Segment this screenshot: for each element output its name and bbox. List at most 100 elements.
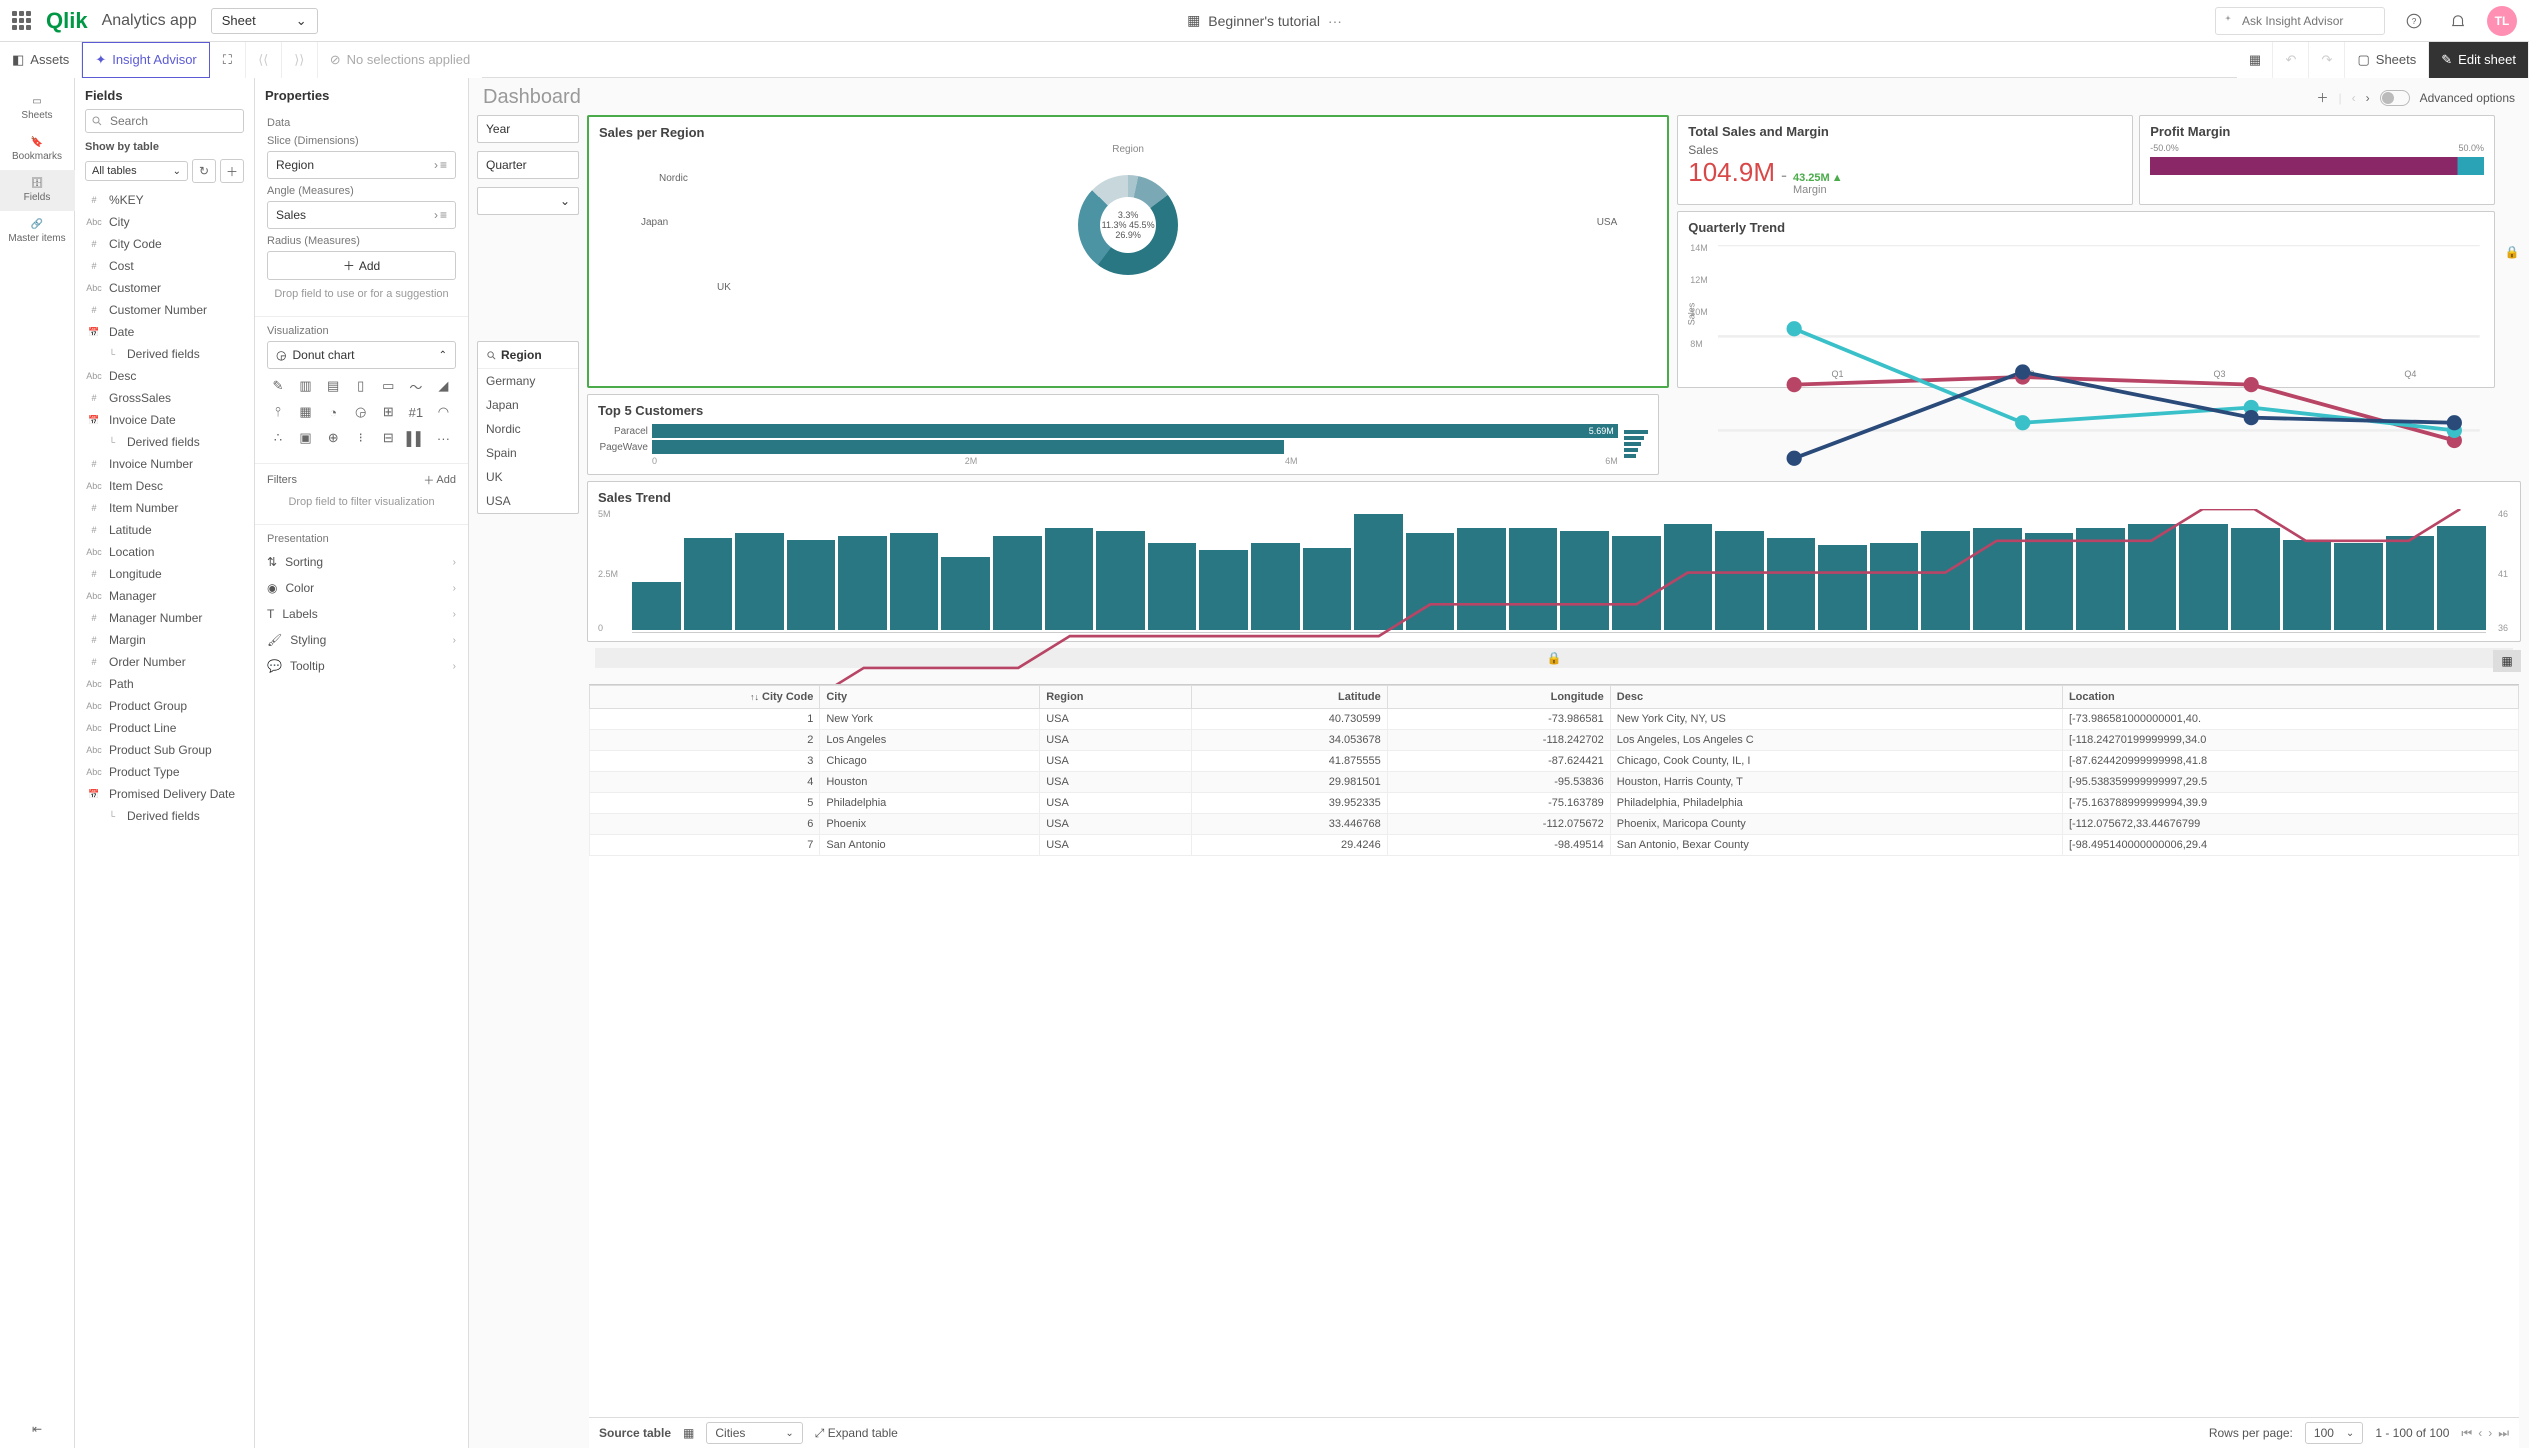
field-item[interactable]: #Longitude: [75, 563, 254, 585]
viz-treemap-icon[interactable]: ▣: [295, 427, 317, 449]
table-row[interactable]: 4HoustonUSA29.981501-95.53836Houston, Ha…: [590, 772, 2519, 793]
pres-color[interactable]: ◉Color›: [267, 575, 456, 601]
step-back-icon[interactable]: ⟨⟨: [246, 42, 282, 78]
angle-dropdown[interactable]: Sales ›≡: [267, 201, 456, 229]
region-option[interactable]: USA: [478, 489, 578, 513]
field-item[interactable]: AbcItem Desc: [75, 475, 254, 497]
total-sales-kpi[interactable]: Total Sales and Margin Sales 104.9M - 43…: [1677, 115, 2133, 205]
refresh-icon[interactable]: ↻: [192, 159, 216, 183]
field-item[interactable]: #Latitude: [75, 519, 254, 541]
field-item[interactable]: └Derived fields: [75, 805, 254, 827]
field-item[interactable]: 📅Promised Delivery Date: [75, 783, 254, 805]
region-filter-title[interactable]: Region: [478, 342, 578, 369]
profit-margin-chart[interactable]: Profit Margin -50.0%50.0%: [2139, 115, 2495, 205]
rail-master-items[interactable]: 🔗 Master items: [0, 211, 75, 252]
prev-page-icon[interactable]: ‹: [2478, 1426, 2482, 1440]
table-row[interactable]: 6PhoenixUSA33.446768-112.075672Phoenix, …: [590, 814, 2519, 835]
column-header[interactable]: Longitude: [1387, 686, 1610, 709]
viz-scatter-icon[interactable]: ∴: [267, 427, 289, 449]
viz-map-icon[interactable]: ⊕: [322, 427, 344, 449]
lasso-icon[interactable]: ⛶: [210, 42, 246, 78]
table-row[interactable]: 1New YorkUSA40.730599-73.986581New York …: [590, 709, 2519, 730]
field-item[interactable]: AbcCity: [75, 211, 254, 233]
more-icon[interactable]: ···: [1328, 13, 1342, 29]
table-row[interactable]: 3ChicagoUSA41.875555-87.624421Chicago, C…: [590, 751, 2519, 772]
column-header[interactable]: ↑↓ City Code: [590, 686, 820, 709]
pres-styling[interactable]: 🖌Styling›: [267, 627, 456, 653]
viz-type-dropdown[interactable]: ◶Donut chart ⌃: [267, 341, 456, 369]
add-filter-button[interactable]: ＋Add: [423, 472, 456, 488]
region-option[interactable]: Spain: [478, 441, 578, 465]
viz-bar-icon[interactable]: ▥: [295, 375, 317, 397]
rows-per-page-dropdown[interactable]: 100 ⌄: [2305, 1422, 2363, 1444]
fields-search-input[interactable]: [85, 109, 244, 133]
prev-sheet-icon[interactable]: ‹: [2352, 91, 2356, 105]
field-item[interactable]: AbcDesc: [75, 365, 254, 387]
advanced-toggle[interactable]: [2380, 90, 2410, 106]
pres-tooltip[interactable]: 💬Tooltip›: [267, 653, 456, 679]
sheets-button[interactable]: ▢ Sheets: [2345, 42, 2429, 78]
edit-sheet-button[interactable]: ✎ Edit sheet: [2429, 42, 2529, 78]
step-forward-icon[interactable]: ⟩⟩: [282, 42, 318, 78]
viz-combo-icon[interactable]: ⫯: [267, 401, 289, 423]
viz-kpi-icon[interactable]: #1: [405, 401, 427, 423]
empty-filter[interactable]: ⌄: [477, 187, 579, 215]
tables-dropdown[interactable]: All tables⌄: [85, 161, 188, 181]
field-item[interactable]: AbcPath: [75, 673, 254, 695]
field-item[interactable]: AbcProduct Type: [75, 761, 254, 783]
quarter-filter[interactable]: Quarter: [477, 151, 579, 179]
region-option[interactable]: UK: [478, 465, 578, 489]
column-header[interactable]: Desc: [1610, 686, 2062, 709]
field-item[interactable]: AbcProduct Group: [75, 695, 254, 717]
field-item[interactable]: #Invoice Number: [75, 453, 254, 475]
field-item[interactable]: #Margin: [75, 629, 254, 651]
viz-box-icon[interactable]: ⊟: [377, 427, 399, 449]
table-row[interactable]: 7San AntonioUSA29.4246-98.49514San Anton…: [590, 835, 2519, 856]
grid-icon[interactable]: ▦: [2237, 42, 2273, 78]
field-item[interactable]: #Manager Number: [75, 607, 254, 629]
region-option[interactable]: Germany: [478, 369, 578, 393]
field-item[interactable]: #GrossSales: [75, 387, 254, 409]
viz-table-icon[interactable]: ▦: [295, 401, 317, 423]
next-sheet-icon[interactable]: ›: [2366, 91, 2370, 105]
field-item[interactable]: #Item Number: [75, 497, 254, 519]
viz-bullet-icon[interactable]: ▯: [350, 375, 372, 397]
redo-icon[interactable]: ↷: [2309, 42, 2345, 78]
field-item[interactable]: #Customer Number: [75, 299, 254, 321]
field-list[interactable]: #%KEYAbcCity#City Code#CostAbcCustomer#C…: [75, 187, 254, 1448]
viz-area-icon[interactable]: ◢: [432, 375, 454, 397]
column-header[interactable]: City: [820, 686, 1040, 709]
viz-histogram-icon[interactable]: ▌▌: [405, 427, 427, 449]
region-option[interactable]: Japan: [478, 393, 578, 417]
viz-donut-icon[interactable]: ◶: [350, 401, 372, 423]
viz-auto-icon[interactable]: ✎: [267, 375, 289, 397]
next-page-icon[interactable]: ›: [2488, 1426, 2492, 1440]
column-picker-icon[interactable]: ▦: [2493, 650, 2521, 672]
pres-labels[interactable]: TLabels›: [267, 601, 456, 627]
field-item[interactable]: └Derived fields: [75, 343, 254, 365]
bell-icon[interactable]: [2443, 6, 2473, 36]
field-item[interactable]: AbcManager: [75, 585, 254, 607]
rail-bookmarks[interactable]: 🔖 Bookmarks: [0, 129, 75, 170]
field-item[interactable]: AbcProduct Line: [75, 717, 254, 739]
add-icon[interactable]: ＋: [220, 159, 244, 183]
table-row[interactable]: 2Los AngelesUSA34.053678-118.242702Los A…: [590, 730, 2519, 751]
column-header[interactable]: Region: [1040, 686, 1192, 709]
sales-trend-chart[interactable]: Sales Trend 5M 2.5M 0: [587, 481, 2521, 642]
column-header[interactable]: Latitude: [1191, 686, 1387, 709]
rail-fields[interactable]: 🗄 Fields: [0, 170, 75, 211]
app-launcher-icon[interactable]: [12, 11, 32, 31]
field-item[interactable]: AbcCustomer: [75, 277, 254, 299]
region-option[interactable]: Nordic: [478, 417, 578, 441]
field-item[interactable]: #%KEY: [75, 189, 254, 211]
viz-pie-icon[interactable]: ◔: [322, 401, 344, 423]
sales-per-region-chart[interactable]: Sales per Region Region Nordic Japan UK …: [587, 115, 1669, 388]
viz-pivot-icon[interactable]: ⊞: [377, 401, 399, 423]
viz-line-icon[interactable]: 〜: [405, 375, 427, 397]
field-item[interactable]: AbcProduct Sub Group: [75, 739, 254, 761]
year-filter[interactable]: Year: [477, 115, 579, 143]
collapse-rail-icon[interactable]: ⇤: [20, 1410, 54, 1448]
column-header[interactable]: Location: [2062, 686, 2518, 709]
pres-sorting[interactable]: ⇅Sorting›: [267, 549, 456, 575]
field-item[interactable]: 📅Invoice Date: [75, 409, 254, 431]
